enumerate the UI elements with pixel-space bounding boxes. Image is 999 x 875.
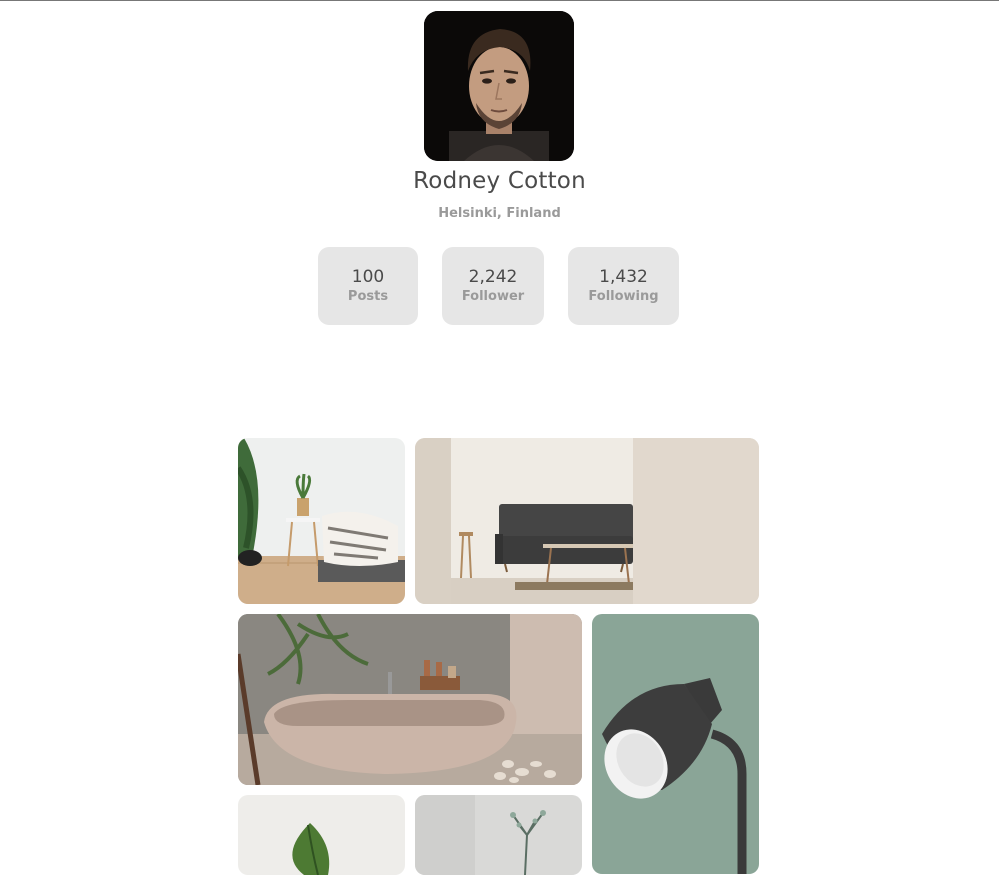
grey-sofa-photo[interactable]	[415, 438, 759, 604]
stat-following-label: Following	[588, 289, 659, 304]
desk-lamp-photo[interactable]	[592, 614, 759, 874]
stat-posts-label: Posts	[347, 289, 389, 304]
stat-follower-label: Follower	[461, 289, 525, 304]
stat-posts[interactable]: 100 Posts	[318, 247, 418, 325]
bathtub-photo[interactable]	[238, 614, 582, 785]
stat-following-value: 1,432	[599, 267, 648, 287]
top-divider	[0, 0, 999, 1]
stat-following[interactable]: 1,432 Following	[568, 247, 679, 325]
avatar-portrait	[424, 11, 574, 161]
stat-posts-value: 100	[351, 267, 385, 287]
leaf-plant-photo[interactable]	[238, 795, 405, 875]
avatar[interactable]	[424, 11, 574, 161]
profile-location: Helsinki, Finland	[438, 206, 561, 221]
stat-follower-value: 2,242	[468, 267, 518, 287]
profile-name: Rodney Cotton	[413, 168, 586, 194]
stat-follower[interactable]: 2,242 Follower	[442, 247, 544, 325]
branch-vase-photo[interactable]	[415, 795, 582, 875]
living-room-plant-photo[interactable]	[238, 438, 405, 604]
